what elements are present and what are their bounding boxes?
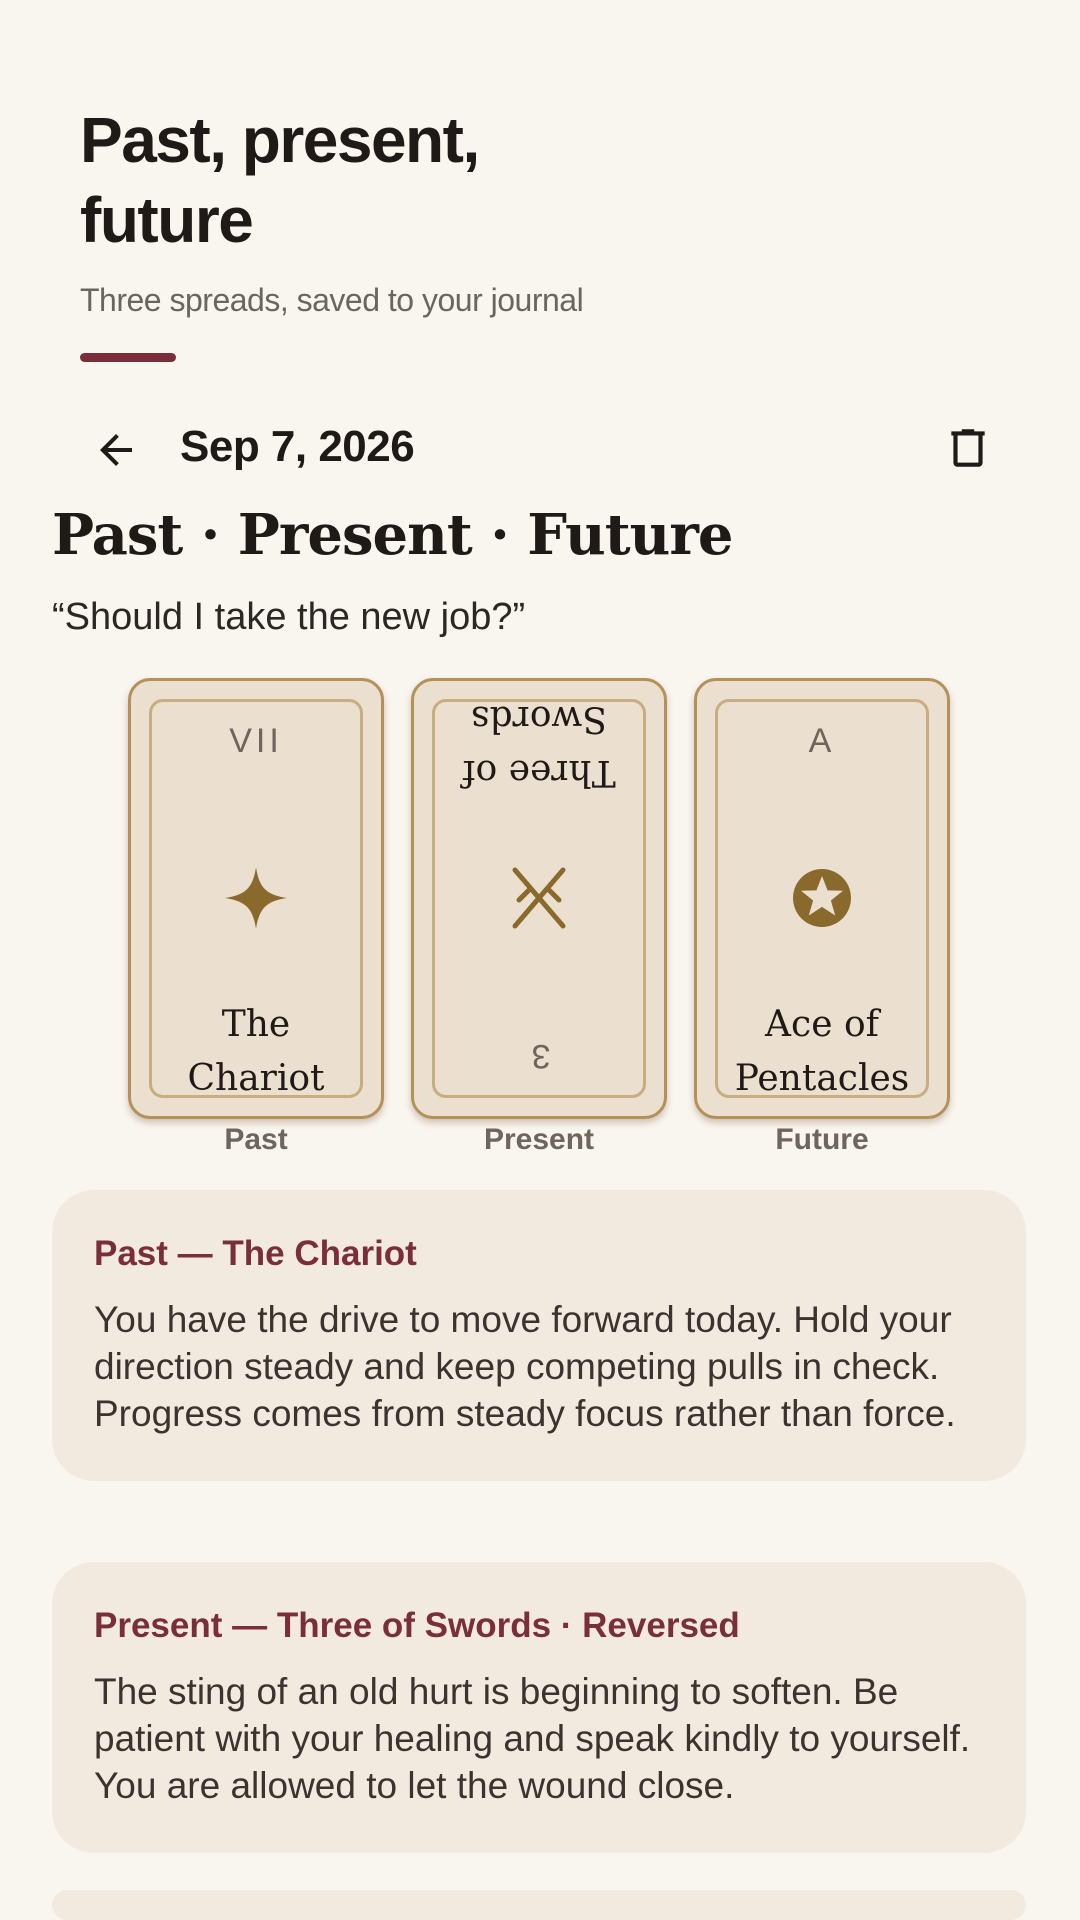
delete-button[interactable] [936,416,1000,480]
trash-icon [951,429,985,467]
card-face-reversed: 3 Three of Swords [432,698,646,1098]
card-numeral: 3 [527,1037,551,1075]
tarot-card[interactable]: VII The Chariot [128,678,384,1119]
four-point-star-icon [220,862,292,934]
card-numeral: VII [229,722,283,760]
card-position-label: Present [483,1123,595,1156]
page-header: Past, present, future Three spreads, sav… [80,100,1000,362]
reading-panel-past: Past — The Chariot You have the drive to… [52,1190,1026,1481]
reading-text: You have the drive to move forward today… [94,1299,956,1434]
tarot-card[interactable]: 3 Three of Swords [411,678,667,1119]
reading-text: The sting of an old hurt is beginning to… [94,1671,971,1806]
arrow-left-icon [100,434,132,466]
card-slot-future: A Ace of Pentacles Future [694,678,950,1157]
card-name: Ace of Pentacles [734,1004,910,1099]
reading-heading: Past — The Chariot [94,1234,417,1273]
card-face: VII The Chariot [149,699,363,1099]
accent-divider [80,353,176,362]
page-subtitle: Three spreads, saved to your journal [80,282,584,318]
reading-question: “Should I take the new job?” [52,596,526,638]
back-button[interactable] [86,420,146,480]
card-slot-present: 3 Three of Swords Present [411,678,667,1157]
card-slot-past: VII The Chariot Past [128,678,384,1157]
reading-heading: Present — Three of Swords · Reversed [94,1606,740,1645]
crossed-swords-icon [503,863,575,935]
spread-title: Past · Present · Future [52,502,733,568]
card-position-label: Future [775,1123,869,1156]
card-numeral: A [808,722,836,760]
card-name: The Chariot [187,1004,325,1099]
card-face: A Ace of Pentacles [715,699,929,1099]
card-name: Three of Swords [462,698,616,793]
card-spread: VII The Chariot Past 3 Three of Swords P… [128,678,952,1158]
entry-date: Sep 7, 2026 [180,422,415,471]
pentacle-icon [786,862,858,934]
tarot-card[interactable]: A Ace of Pentacles [694,678,950,1119]
card-position-label: Past [224,1123,288,1156]
page-title: Past, present, future [80,104,480,256]
reading-panel-future [52,1890,1026,1920]
reading-panel-present: Present — Three of Swords · Reversed The… [52,1562,1026,1853]
entry-toolbar: Sep 7, 2026 [70,408,1010,488]
